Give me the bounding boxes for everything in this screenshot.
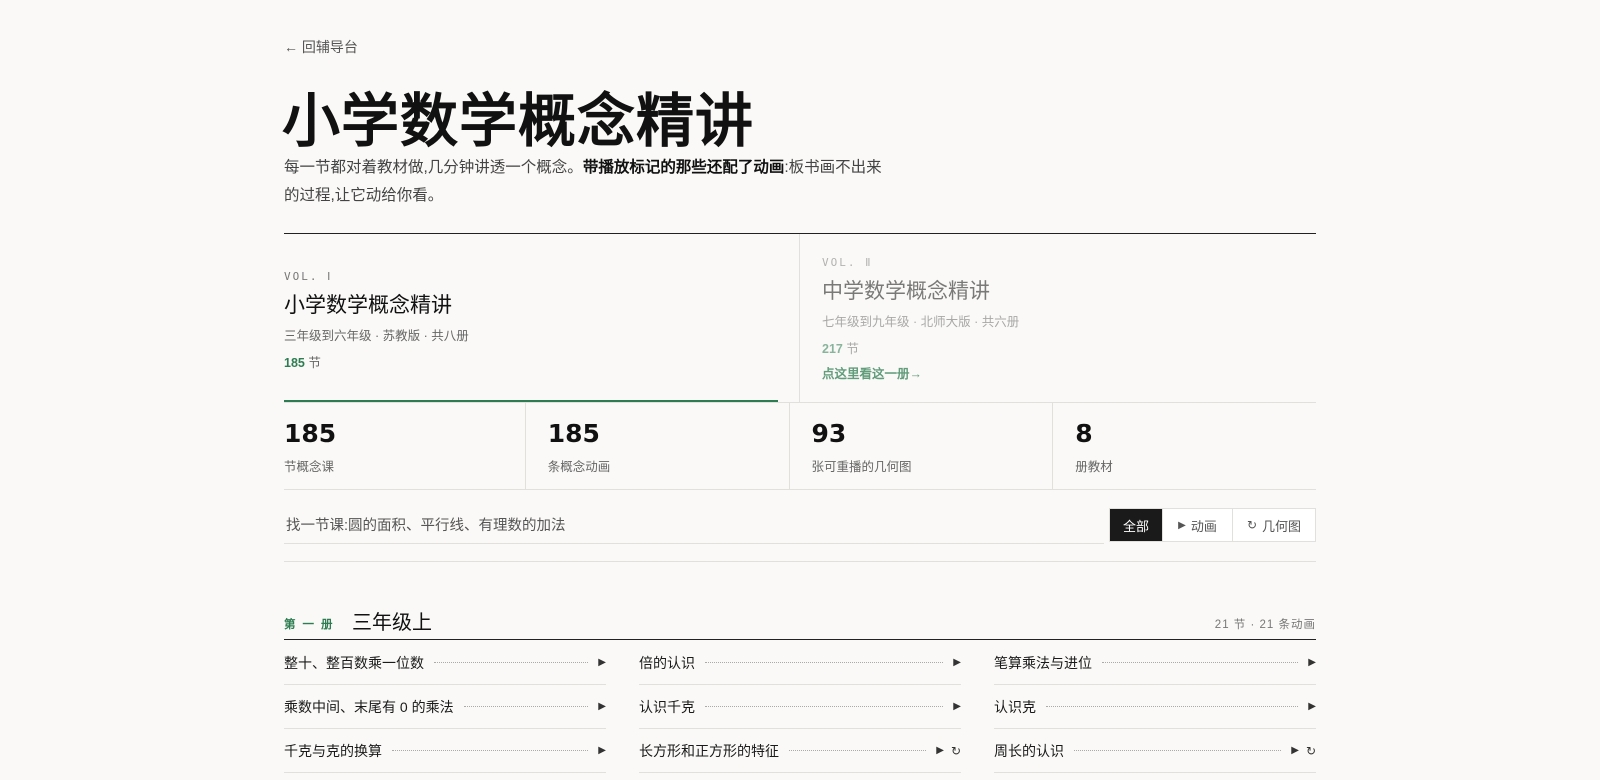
volume-title: 小学数学概念精讲 [284, 293, 452, 317]
volume-meta: 七年级到九年级 · 北师大版 · 共六册 [822, 315, 1020, 329]
lesson-icons: ▶ ↻ [936, 745, 961, 757]
lesson-item[interactable]: 笔算乘法与进位 ▶ [994, 641, 1316, 685]
dot-leader [705, 706, 944, 707]
volume-count: 185 节 [284, 352, 469, 371]
lesson-name: 倍的认识 [639, 654, 695, 671]
stat-number: 8 [1075, 419, 1093, 448]
volume-count: 217 节 [822, 338, 1019, 357]
back-link[interactable]: ← 回辅导台 [284, 37, 358, 57]
section-header: 第一册 三年级上 21 节 · 21 条动画 [284, 604, 1316, 640]
stats-row: 185 节概念课 185 条概念动画 93 张可重播的几何图 8 册教材 [284, 402, 1316, 490]
stat-geometry: 93 张可重播的几何图 [788, 403, 1053, 489]
lesson-icons: ▶ [598, 701, 606, 712]
lesson-name: 整十、整百数乘一位数 [284, 654, 424, 671]
refresh-icon: ↻ [1246, 518, 1258, 532]
lesson-name: 千克与克的换算 [284, 742, 382, 759]
play-icon: ▶ [936, 745, 944, 756]
play-icon: ▶ [598, 745, 606, 756]
lesson-icons: ▶ [1308, 701, 1316, 712]
lesson-icons: ▶ ↻ [1291, 745, 1316, 757]
volume-card-2[interactable]: VOL. Ⅱ 中学数学概念精讲 七年级到九年级 · 北师大版 · 共六册 217… [800, 234, 1316, 402]
section-title: 三年级上 [352, 610, 432, 634]
filter-all-button[interactable]: 全部 [1110, 509, 1162, 541]
filter-label: 动画 [1190, 518, 1217, 534]
filter-group: 全部 ▶ 动画 ↻ 几何图 [1109, 508, 1316, 542]
play-icon: ▶ [953, 657, 961, 668]
dot-leader [392, 750, 589, 751]
play-icon: ▶ [1308, 701, 1316, 712]
lesson-item[interactable]: 千克与克的换算 ▶ [284, 729, 606, 773]
lesson-name: 笔算乘法与进位 [994, 654, 1092, 671]
play-icon: ▶ [953, 701, 961, 712]
lesson-name: 周长的认识 [994, 742, 1064, 759]
stat-animations: 185 条概念动画 [524, 403, 789, 489]
play-icon: ▶ [598, 701, 606, 712]
lesson-name: 认识千克 [639, 698, 695, 715]
lesson-item[interactable]: 整十、整百数乘一位数 ▶ [284, 641, 606, 685]
stat-label: 条概念动画 [547, 460, 611, 474]
view-volume-link[interactable]: 点这里看这一册→ [822, 363, 922, 382]
intro-part1: 每一节都对着教材做,几分钟讲透一个概念。 [284, 159, 583, 176]
volume-count-unit: 节 [308, 356, 321, 370]
volume-meta: 三年级到六年级 · 苏教版 · 共八册 [284, 329, 469, 343]
lesson-name: 乘数中间、末尾有 0 的乘法 [284, 698, 454, 715]
lesson-item[interactable]: 倍的认识 ▶ [639, 641, 961, 685]
stat-number: 185 [547, 419, 600, 448]
volume-label: VOL. Ⅱ [822, 256, 873, 269]
volume-label: VOL. Ⅰ [284, 270, 333, 283]
intro-bold: 带播放标记的那些还配了动画 [582, 159, 785, 176]
volume-count-unit: 节 [846, 342, 859, 356]
dot-leader [1046, 706, 1299, 707]
refresh-icon: ↻ [950, 743, 961, 758]
lesson-name: 长方形和正方形的特征 [639, 742, 779, 759]
lesson-item[interactable]: 长方形和正方形的特征 ▶ ↻ [639, 729, 961, 773]
play-icon: ▶ [1291, 745, 1299, 756]
section-volume-tag: 第一册 [284, 619, 340, 631]
stat-lessons: 185 节概念课 [284, 403, 525, 489]
stat-label: 节概念课 [284, 460, 335, 474]
lesson-icons: ▶ [598, 745, 606, 756]
stat-number: 93 [811, 419, 847, 448]
volume-count-num: 217 [822, 342, 843, 356]
filter-geometry-button[interactable]: ↻ 几何图 [1232, 509, 1315, 541]
dot-leader [1074, 750, 1282, 751]
divider [284, 561, 1316, 562]
stat-label: 张可重播的几何图 [811, 460, 912, 474]
play-icon: ▶ [1178, 519, 1186, 531]
filter-animation-button[interactable]: ▶ 动画 [1162, 509, 1232, 541]
dot-leader [1102, 662, 1299, 663]
dot-leader [705, 662, 944, 663]
lesson-grid: 整十、整百数乘一位数 ▶ 倍的认识 ▶ 笔算乘法与进位 ▶ 乘数中间、末尾有 0 的乘法 ▶ 认… [284, 641, 1316, 773]
dot-leader [789, 750, 927, 751]
lesson-icons: ▶ [953, 657, 961, 668]
lesson-item[interactable]: 周长的认识 ▶ ↻ [994, 729, 1316, 773]
section-meta: 21 节 · 21 条动画 [1214, 619, 1316, 631]
volume-count-num: 185 [284, 356, 305, 370]
volume-title: 中学数学概念精讲 [822, 279, 990, 303]
lesson-icons: ▶ [598, 657, 606, 668]
lesson-item[interactable]: 认识千克 ▶ [639, 685, 961, 729]
dot-leader [463, 706, 589, 707]
dot-leader [434, 662, 589, 663]
lesson-item[interactable]: 乘数中间、末尾有 0 的乘法 ▶ [284, 685, 606, 729]
lesson-icons: ▶ [953, 701, 961, 712]
refresh-icon: ↻ [1305, 743, 1316, 758]
lesson-icons: ▶ [1308, 657, 1316, 668]
filter-label: 几何图 [1262, 518, 1302, 534]
search-input[interactable] [284, 508, 1104, 544]
stat-number: 185 [284, 419, 337, 448]
lesson-name: 认识克 [994, 698, 1036, 715]
stat-textbooks: 8 册教材 [1052, 403, 1316, 489]
volume-card-1[interactable]: VOL. Ⅰ 小学数学概念精讲 三年级到六年级 · 苏教版 · 共八册 185 … [284, 234, 800, 402]
page-title: 小学数学概念精讲 [282, 87, 755, 155]
play-icon: ▶ [1308, 657, 1316, 668]
stat-label: 册教材 [1075, 460, 1113, 474]
lesson-item[interactable]: 认识克 ▶ [994, 685, 1316, 729]
play-icon: ▶ [598, 657, 606, 668]
intro-text: 每一节都对着教材做,几分钟讲透一个概念。带播放标记的那些还配了动画:板书画不出来… [284, 154, 884, 210]
